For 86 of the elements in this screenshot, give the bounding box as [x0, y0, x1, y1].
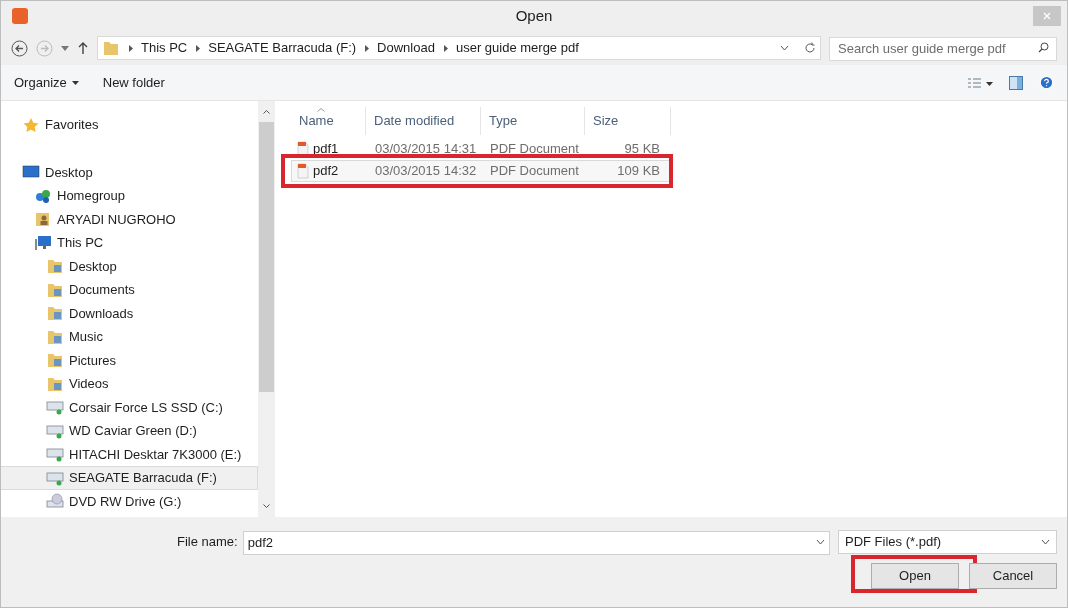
chevron-icon [363, 44, 371, 52]
drive-icon [46, 469, 64, 486]
drive-icon [46, 422, 64, 439]
scrollbar[interactable] [258, 101, 275, 517]
new-folder-button[interactable]: New folder [102, 72, 165, 93]
folder-icon [46, 258, 64, 275]
column-header[interactable]: Size [585, 107, 671, 135]
date-cell-text: 03/03/2015 14:31 [374, 140, 478, 159]
chevron-icon [194, 44, 202, 52]
monitor-icon [22, 164, 40, 181]
chevron-icon [127, 44, 134, 52]
sidebar-item[interactable]: HITACHI Desktar 7K3000 (E:) [1, 442, 258, 466]
file-name: pdf2 [313, 162, 339, 181]
sidebar-item[interactable]: Homegroup [1, 184, 258, 208]
dropdown-icon[interactable] [780, 45, 789, 51]
breadcrumb-item[interactable]: SEAGATE Barracuda (F:) [208, 38, 357, 58]
sidebar-item[interactable]: Corsair Force LS SSD (C:) [1, 395, 258, 419]
window-title: Open [515, 5, 553, 26]
pdf-file-icon [297, 163, 309, 179]
file-name-field[interactable]: pdf2 [242, 530, 830, 555]
breadcrumb-item[interactable]: This PC [141, 38, 188, 58]
sidebar-item[interactable]: Desktop [1, 160, 258, 184]
folder-icon [102, 40, 120, 56]
open-button[interactable]: Open [871, 563, 959, 589]
date-cell-text: 03/03/2015 14:32 [374, 162, 478, 181]
up-arrow-icon[interactable] [77, 41, 89, 55]
search-field[interactable]: Search user guide merge pdf [829, 36, 1057, 61]
drive-icon [46, 446, 64, 463]
refresh-icon[interactable] [804, 42, 816, 54]
pdf-file-icon [297, 141, 309, 157]
sidebar-item[interactable]: Documents [1, 278, 258, 302]
caret-icon [71, 80, 79, 85]
breadcrumb-item[interactable]: Download [377, 38, 435, 58]
search-icon [1038, 42, 1049, 53]
sidebar-item[interactable]: SEAGATE Barracuda (F:) [1, 466, 258, 490]
file-type-dropdown[interactable]: PDF Files (*.pdf) [838, 530, 1057, 554]
close-icon [1043, 12, 1051, 20]
breadcrumb-item[interactable]: user guide merge pdf [455, 38, 579, 58]
file-name-label: File name: [177, 533, 238, 552]
type-cell-text: PDF Document [489, 162, 580, 181]
file-name: pdf1 [313, 140, 339, 159]
computer-icon [34, 234, 52, 251]
column-header[interactable]: Date modified [366, 107, 481, 135]
address-bar[interactable]: This PC SEAGATE Barracuda (F:) Download user guide merge pdf [97, 36, 821, 60]
sidebar-item[interactable]: DVD RW Drive (G:) [1, 489, 258, 513]
star-icon [22, 116, 40, 133]
scroll-down-icon [263, 504, 270, 509]
column-header[interactable]: Name [291, 107, 366, 135]
back-icon[interactable] [11, 39, 28, 57]
cancel-button[interactable]: Cancel [969, 563, 1057, 589]
sidebar-item[interactable]: Desktop [1, 254, 258, 278]
folder-icon [46, 375, 64, 392]
disc-drive-icon [46, 493, 64, 510]
preview-pane-icon[interactable] [1009, 75, 1023, 90]
scrollbar-thumb[interactable] [259, 122, 274, 392]
sort-caret-icon [317, 108, 325, 112]
dropdown-icon [816, 539, 825, 545]
file-row[interactable]: pdf1 03/03/2015 14:31 PDF Document 95 KB [291, 138, 671, 160]
homegroup-icon [34, 187, 52, 204]
view-options-icon[interactable] [967, 76, 993, 89]
folder-icon [46, 305, 64, 322]
dropdown-icon[interactable] [61, 45, 69, 51]
folder-icon [46, 281, 64, 298]
column-header[interactable]: Type [481, 107, 585, 135]
sidebar-item[interactable]: Downloads [1, 301, 258, 325]
folder-icon [46, 352, 64, 369]
sidebar-item[interactable]: Pictures [1, 348, 258, 372]
sidebar-item[interactable]: WD Caviar Green (D:) [1, 419, 258, 443]
chevron-icon [441, 44, 449, 52]
folder-icon [46, 328, 64, 345]
sidebar-item[interactable]: Videos [1, 372, 258, 396]
sidebar-item[interactable]: This PC [1, 231, 258, 255]
sidebar-item[interactable]: ARYADI NUGROHO [1, 207, 258, 231]
sidebar-item[interactable]: Music [1, 325, 258, 349]
user-folder-icon [34, 211, 52, 228]
type-cell-text: PDF Document [489, 140, 580, 159]
scroll-up-icon [263, 109, 270, 114]
drive-icon [46, 399, 64, 416]
sidebar-item[interactable]: Favorites [1, 113, 258, 137]
app-icon [12, 8, 28, 24]
size-cell-text: 95 KB [623, 140, 661, 159]
dropdown-icon [1041, 539, 1050, 545]
organize-menu[interactable]: Organize [14, 72, 79, 93]
help-icon[interactable] [1039, 75, 1054, 90]
size-cell-text: 109 KB [616, 162, 661, 181]
file-row[interactable]: pdf2 03/03/2015 14:32 PDF Document 109 KB [291, 160, 671, 182]
